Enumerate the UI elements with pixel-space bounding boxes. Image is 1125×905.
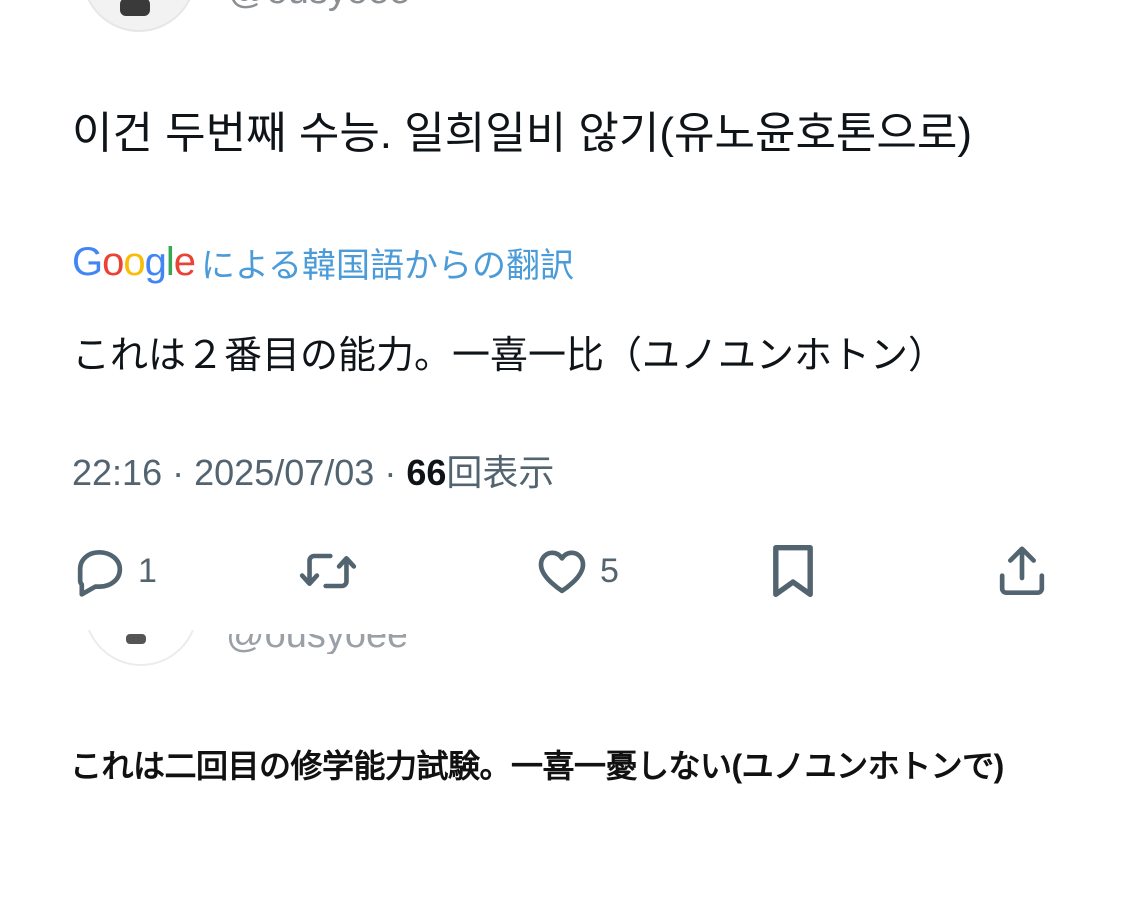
caption-text: これは二回目の修学能力試験。一喜一憂しない(ユノユンホトンで) <box>70 748 1004 784</box>
tweet-date[interactable]: 2025/07/03 <box>194 452 374 493</box>
translated-text: これは２番目の能力。一喜一比（ユノユンホトン） <box>72 335 947 377</box>
tweet-screenshot: @ousyoee 이건 두번째 수능. 일희일비 않기(유노윤호톤으로) Goo… <box>0 0 1125 905</box>
user-handle[interactable]: @ousyoee <box>226 634 406 654</box>
google-logo: Google <box>72 239 196 284</box>
heart-icon <box>534 543 590 599</box>
like-button[interactable]: 5 <box>534 538 619 604</box>
bookmark-button[interactable] <box>766 538 820 604</box>
tweet-meta: 22:16 · 2025/07/03 · 66回表示 <box>72 448 554 498</box>
avatar-image <box>126 634 146 644</box>
avatar-image <box>120 0 150 16</box>
tweet-time[interactable]: 22:16 <box>72 452 162 493</box>
reply-count: 1 <box>138 551 157 590</box>
meta-separator: · <box>172 452 185 493</box>
retweet-button[interactable] <box>298 538 368 604</box>
translation-label: による韓国語からの翻訳 <box>201 246 574 285</box>
views-count: 66 <box>406 452 447 493</box>
avatar[interactable] <box>82 0 196 32</box>
translation-attribution[interactable]: Google による韓国語からの翻訳 <box>72 236 574 288</box>
bookmark-icon <box>766 541 820 601</box>
tweet-text: 이건 두번째 수능. 일희일비 않기(유노윤호톤으로) <box>72 109 973 158</box>
reply-button[interactable]: 1 <box>72 538 157 604</box>
retweet-icon <box>298 543 358 599</box>
share-button[interactable] <box>994 538 1050 604</box>
reply-icon <box>72 543 128 599</box>
meta-separator: · <box>384 452 397 493</box>
user-handle[interactable]: @ousyoee <box>228 0 410 13</box>
views-label: 回表示 <box>446 452 555 493</box>
share-icon <box>994 543 1050 599</box>
like-count: 5 <box>600 551 619 590</box>
